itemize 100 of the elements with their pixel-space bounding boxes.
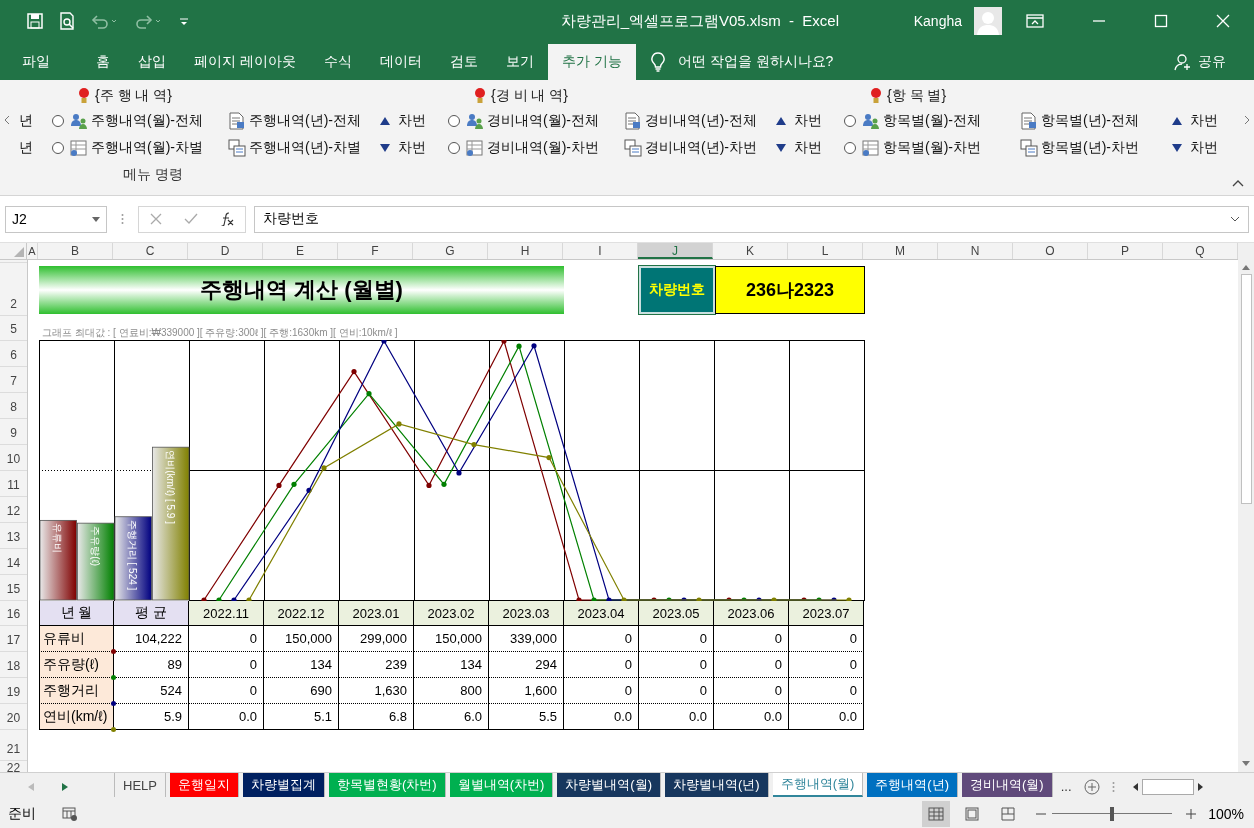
ribbon-tab[interactable]: 보기 <box>491 44 548 80</box>
row-header[interactable]: 16 <box>0 601 27 626</box>
ribbon-tab[interactable]: 검토 <box>435 44 492 80</box>
row-header[interactable]: 21 <box>0 730 27 761</box>
sort-button[interactable]: 차번 <box>794 111 822 130</box>
row-header[interactable]: 10 <box>0 445 27 471</box>
row-header[interactable]: 11 <box>0 471 27 497</box>
more-sheets-button[interactable]: ... <box>1060 779 1072 794</box>
name-box[interactable]: J2 <box>5 205 107 233</box>
view-button[interactable] <box>922 801 951 827</box>
ribbon-tab[interactable]: 홈 <box>82 44 124 80</box>
close-icon[interactable] <box>1216 14 1230 28</box>
macro-record-icon[interactable] <box>62 807 78 821</box>
row-header[interactable]: 13 <box>0 523 27 549</box>
row-header[interactable]: 15 <box>0 575 27 601</box>
tell-me-search[interactable]: 어떤 작업을 원하시나요? <box>677 53 834 71</box>
ribbon-tab[interactable]: 수식 <box>309 44 366 80</box>
sheet-tab[interactable]: 운행일지 <box>169 773 239 797</box>
sort-button[interactable]: 차번 <box>794 138 822 157</box>
column-header[interactable]: K <box>713 243 788 259</box>
collapse-ribbon-icon[interactable] <box>1232 179 1244 187</box>
ribbon-tab[interactable]: 추가 기능 <box>547 44 636 80</box>
print-preview-icon[interactable] <box>58 12 76 30</box>
function-icon[interactable] <box>220 212 234 226</box>
maximize-icon[interactable] <box>1154 14 1168 28</box>
row-header[interactable]: 7 <box>0 367 27 393</box>
column-header[interactable]: F <box>338 243 413 259</box>
row-header[interactable]: 20 <box>0 704 27 730</box>
row-header[interactable]: 18 <box>0 652 27 678</box>
radio-button[interactable] <box>448 114 460 127</box>
sheet-tab[interactable]: 경비내역(월) <box>962 773 1053 797</box>
sheet-tab[interactable]: 주행내역(월) <box>772 773 864 797</box>
row-header[interactable]: 12 <box>0 497 27 523</box>
ribbon-tab[interactable]: 삽입 <box>124 44 180 80</box>
next-sheet-icon[interactable] <box>62 782 68 791</box>
zoom-in-icon[interactable] <box>1186 809 1197 819</box>
sort-button[interactable]: 차번 <box>398 111 426 130</box>
row-header[interactable]: 6 <box>0 341 27 367</box>
radio-button[interactable] <box>844 114 856 127</box>
column-header[interactable]: N <box>938 243 1013 259</box>
scrollbar-thumb[interactable] <box>1141 778 1194 795</box>
command-button[interactable]: 항목별(월)-차번 <box>883 138 981 157</box>
sort-button[interactable]: 차번 <box>1190 138 1218 157</box>
command-button[interactable]: 경비내역(년)-전체 <box>645 111 757 130</box>
slider-thumb[interactable] <box>1110 807 1115 821</box>
radio-button[interactable] <box>52 141 64 154</box>
sheet-tab[interactable]: 주행내역(년) <box>867 773 958 797</box>
column-header[interactable]: P <box>1088 243 1163 259</box>
save-icon[interactable] <box>26 12 44 30</box>
ribbon-tab[interactable]: 파일 <box>8 44 64 80</box>
column-header[interactable]: B <box>38 243 113 259</box>
row-header[interactable]: 9 <box>0 419 27 445</box>
row-header[interactable]: 19 <box>0 678 27 704</box>
radio-button[interactable] <box>52 114 64 127</box>
sheet-tab[interactable]: 차량별내역(월) <box>557 773 661 797</box>
add-sheet-icon[interactable] <box>1083 778 1100 795</box>
ribbon-tab[interactable]: 페이지 레이아웃 <box>180 44 310 80</box>
ribbon-tab[interactable]: 데이터 <box>365 44 436 80</box>
row-header[interactable]: 17 <box>0 626 27 652</box>
column-header[interactable]: L <box>788 243 863 259</box>
row-header[interactable]: 5 <box>0 316 27 341</box>
radio-button[interactable] <box>844 141 856 154</box>
column-header[interactable]: M <box>863 243 938 259</box>
ribbon-display-icon[interactable] <box>1026 13 1044 29</box>
row-header[interactable]: 2 <box>0 263 27 316</box>
column-header[interactable]: E <box>263 243 338 259</box>
column-header[interactable]: J <box>638 243 713 259</box>
scroll-left-icon[interactable] <box>1132 782 1138 791</box>
command-button[interactable]: 주행내역(년)-전체 <box>249 111 361 130</box>
command-label[interactable]: 년 <box>19 138 33 157</box>
column-header[interactable]: O <box>1013 243 1088 259</box>
sort-button[interactable]: 차번 <box>398 138 426 157</box>
sort-button[interactable]: 차번 <box>1190 111 1218 130</box>
share-button[interactable]: 공유 <box>1198 53 1226 71</box>
command-button[interactable]: 주행내역(년)-차별 <box>249 138 361 157</box>
command-button[interactable]: 항목별(월)-전체 <box>883 111 981 130</box>
column-header[interactable]: G <box>413 243 488 259</box>
scroll-down-icon[interactable] <box>1242 761 1250 766</box>
command-button[interactable]: 주행내역(월)-차별 <box>91 138 203 157</box>
row-header[interactable]: 14 <box>0 549 27 575</box>
formula-field[interactable]: 차량번호 <box>254 205 1249 233</box>
command-button[interactable]: 항목별(년)-차번 <box>1041 138 1139 157</box>
column-header[interactable]: A <box>27 243 38 259</box>
scrollbar-thumb[interactable] <box>1240 274 1252 504</box>
command-button[interactable]: 주행내역(월)-전체 <box>91 111 203 130</box>
column-header[interactable]: H <box>488 243 563 259</box>
command-button[interactable]: 경비내역(월)-차번 <box>487 138 599 157</box>
command-button[interactable]: 경비내역(월)-전체 <box>487 111 599 130</box>
command-button[interactable]: 경비내역(년)-차번 <box>645 138 757 157</box>
zoom-level[interactable]: 100% <box>1208 806 1244 822</box>
row-header[interactable]: 8 <box>0 393 27 419</box>
sheet-tab[interactable]: 차량별집계 <box>242 773 325 797</box>
column-header[interactable]: D <box>188 243 263 259</box>
scroll-up-icon[interactable] <box>1242 265 1250 270</box>
command-label[interactable]: 년 <box>19 111 33 130</box>
column-header[interactable]: C <box>113 243 188 259</box>
sheet-tab[interactable]: 차량별내역(년) <box>665 773 769 797</box>
scroll-right-icon[interactable] <box>1197 782 1203 791</box>
radio-button[interactable] <box>448 141 460 154</box>
command-button[interactable]: 항목별(년)-전체 <box>1041 111 1139 130</box>
